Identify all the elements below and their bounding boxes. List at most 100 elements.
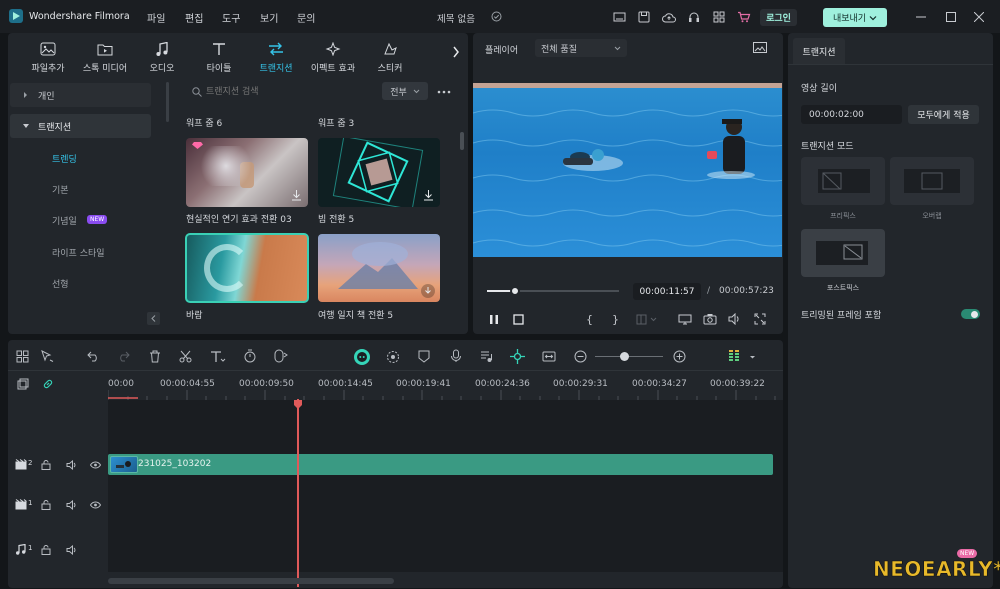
mark-out-icon[interactable]: }: [612, 313, 619, 326]
sidebar-item-linear[interactable]: 선형: [52, 277, 69, 290]
transition-thumbnail[interactable]: [186, 138, 308, 207]
menu-view[interactable]: 보기: [260, 10, 278, 25]
sidebar-item-transitions[interactable]: 트랜지션: [10, 114, 151, 138]
quality-dropdown[interactable]: 전체 품질: [535, 39, 627, 57]
login-button[interactable]: 로그인: [760, 9, 797, 26]
volume-icon[interactable]: [728, 313, 742, 325]
filter-dropdown[interactable]: 전부: [382, 82, 428, 100]
fullscreen-icon[interactable]: [754, 313, 766, 325]
sidebar-scrollbar[interactable]: [166, 82, 169, 122]
sidebar-item-basic[interactable]: 기본: [52, 183, 69, 196]
trim-frames-toggle[interactable]: [961, 309, 980, 319]
undo-icon[interactable]: [87, 351, 100, 362]
minimize-icon[interactable]: [912, 8, 930, 26]
snap-magnet-icon[interactable]: [510, 349, 525, 364]
current-time[interactable]: 00:00:11:57: [633, 283, 701, 300]
pause-icon[interactable]: [489, 314, 499, 325]
speaker-icon[interactable]: [66, 500, 77, 510]
sidebar-item-anniversary[interactable]: 기념일: [52, 214, 77, 227]
chevron-down-icon[interactable]: [749, 355, 756, 360]
audio-meter-icon[interactable]: [728, 348, 742, 364]
export-button[interactable]: 내보내기: [823, 8, 887, 27]
video-preview[interactable]: [473, 83, 782, 257]
fit-timeline-icon[interactable]: [542, 350, 556, 363]
chevron-right-icon[interactable]: [452, 46, 460, 58]
playback-scrubber-handle[interactable]: [509, 286, 520, 296]
sidebar-item-personal[interactable]: 개인: [10, 83, 151, 107]
menu-tools[interactable]: 도구: [222, 10, 240, 25]
zoom-out-icon[interactable]: [574, 350, 587, 363]
duration-input[interactable]: [801, 105, 902, 124]
microphone-icon[interactable]: [450, 349, 462, 363]
delete-icon[interactable]: [149, 350, 161, 363]
video-clip[interactable]: 231025_103202: [108, 454, 773, 475]
toolbar-titles[interactable]: 타이틀: [189, 42, 249, 74]
cart-icon[interactable]: [735, 8, 753, 26]
lock-icon[interactable]: [41, 545, 51, 555]
speech-to-text-icon[interactable]: [273, 349, 289, 363]
menu-help[interactable]: 문의: [297, 10, 315, 25]
toolbar-transitions[interactable]: 트랜지션: [246, 42, 306, 74]
shield-marker-icon[interactable]: [418, 350, 430, 363]
maximize-icon[interactable]: [942, 8, 960, 26]
mode-prefix-card[interactable]: [801, 157, 885, 205]
transition-thumbnail[interactable]: [318, 138, 440, 207]
download-icon[interactable]: [421, 284, 435, 298]
playback-progress-track[interactable]: [487, 286, 619, 296]
tab-transition[interactable]: 트랜지션: [793, 38, 845, 64]
save-icon[interactable]: [635, 8, 653, 26]
select-cursor-icon[interactable]: [40, 350, 54, 363]
snapshot-image-icon[interactable]: [753, 42, 767, 53]
lock-icon[interactable]: [41, 500, 51, 510]
scissors-icon[interactable]: [179, 350, 192, 363]
close-icon[interactable]: [970, 8, 988, 26]
speaker-icon[interactable]: [66, 545, 77, 555]
display-settings-icon[interactable]: [678, 314, 692, 325]
timeline-scrollbar[interactable]: [108, 578, 394, 584]
layout-grid-icon[interactable]: [16, 350, 29, 363]
link-icon[interactable]: [42, 378, 54, 390]
track-area[interactable]: [108, 400, 783, 572]
cloud-upload-icon[interactable]: [660, 8, 678, 26]
mode-overlap-card[interactable]: [890, 157, 974, 205]
zoom-in-icon[interactable]: [673, 350, 686, 363]
search-input[interactable]: [206, 84, 366, 100]
playhead-line[interactable]: [297, 399, 299, 587]
menu-edit[interactable]: 편집: [185, 10, 203, 25]
zoom-slider-track[interactable]: [595, 356, 663, 357]
transition-thumbnail[interactable]: [318, 234, 440, 302]
mode-postfix-card[interactable]: [801, 229, 885, 277]
lock-icon[interactable]: [41, 460, 51, 470]
camera-icon[interactable]: [703, 313, 717, 325]
redo-icon[interactable]: [117, 351, 130, 362]
ai-assistant-icon[interactable]: [354, 349, 370, 365]
playhead-handle[interactable]: [293, 400, 303, 410]
render-preview-icon[interactable]: [386, 350, 400, 364]
audio-list-icon[interactable]: [480, 350, 493, 363]
text-tool-icon[interactable]: [210, 350, 226, 363]
add-track-icon[interactable]: [17, 378, 29, 390]
speed-timer-icon[interactable]: [243, 349, 257, 363]
toolbar-stock-media[interactable]: 스톡 미디어: [75, 42, 135, 74]
eye-icon[interactable]: [90, 461, 101, 469]
download-icon[interactable]: [291, 189, 302, 201]
apps-grid-icon[interactable]: [710, 8, 728, 26]
more-icon[interactable]: [437, 90, 451, 94]
transition-thumbnail[interactable]: [185, 233, 309, 303]
toolbar-effects[interactable]: 이펙트 효과: [303, 42, 363, 74]
collapse-sidebar-icon[interactable]: [147, 312, 160, 325]
toolbar-stickers[interactable]: 스티커: [360, 42, 420, 74]
download-icon[interactable]: [423, 189, 434, 201]
headset-icon[interactable]: [685, 8, 703, 26]
menu-file[interactable]: 파일: [147, 10, 165, 25]
monitor-icon[interactable]: [610, 8, 628, 26]
stop-icon[interactable]: [513, 314, 524, 325]
mark-in-icon[interactable]: {: [586, 313, 593, 326]
speaker-icon[interactable]: [66, 460, 77, 470]
thumbnail-scrollbar[interactable]: [460, 132, 464, 150]
toolbar-import[interactable]: 파일추가: [18, 42, 78, 74]
split-marker-icon[interactable]: [636, 314, 658, 325]
toolbar-audio[interactable]: 오디오: [132, 42, 192, 74]
apply-all-button[interactable]: 모두에게 적용: [908, 105, 979, 124]
eye-icon[interactable]: [90, 501, 101, 509]
